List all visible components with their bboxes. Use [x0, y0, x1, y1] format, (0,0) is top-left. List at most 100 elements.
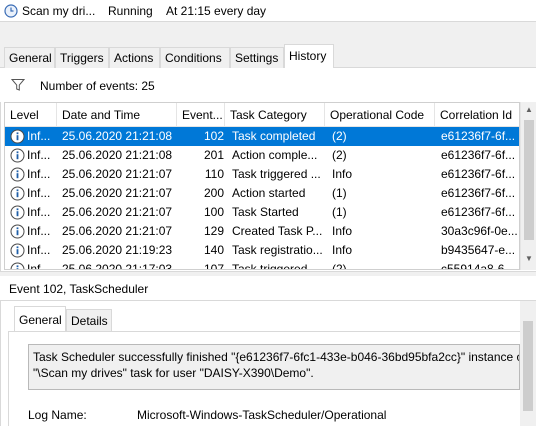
cell-event: 110 — [204, 167, 224, 181]
task-trigger: At 21:15 every day — [166, 4, 267, 18]
cell-opcode: Info — [332, 167, 353, 181]
info-icon — [10, 129, 25, 144]
cell-date: 25.06.2020 21:21:07 — [62, 224, 173, 238]
cell-level: Inf... — [27, 186, 51, 200]
tab-settings[interactable]: Settings — [230, 47, 284, 68]
scroll-down-icon[interactable]: ▼ — [525, 254, 533, 263]
cell-category: Action started — [232, 186, 306, 200]
cell-category: Action comple... — [232, 148, 318, 162]
info-icon — [10, 224, 25, 239]
task-list: Scan my dri... Running At 21:15 every da… — [0, 0, 536, 22]
filter-icon[interactable] — [11, 78, 25, 92]
cell-date: 25.06.2020 21:21:08 — [62, 148, 173, 162]
detail-scrollbar[interactable] — [520, 301, 536, 426]
table-row[interactable]: Inf... 25.06.2020 21:21:07 110 Task trigger… — [5, 165, 519, 184]
cell-opcode: (2) — [332, 262, 347, 270]
cell-event: 100 — [203, 205, 224, 219]
cell-opcode: (2) — [332, 148, 347, 162]
cell-corr: e61236f7-6f... — [441, 167, 516, 181]
cell-category: Task registratio... — [232, 243, 323, 257]
cell-level: Inf... — [27, 243, 51, 257]
log-name-label: Log Name: — [28, 408, 87, 422]
cell-level: Inf... — [27, 224, 51, 238]
cell-level: Inf... — [27, 129, 51, 143]
table-row[interactable]: Inf... 25.06.2020 21:21:07 100 Task Started… — [5, 203, 519, 222]
task-name: Scan my dri... — [22, 4, 96, 18]
cell-opcode: (2) — [332, 129, 347, 143]
table-row[interactable]: Inf... 25.06.2020 21:17:03 107 Task trigger… — [5, 260, 519, 270]
filter-bar: Number of events: 25 — [0, 68, 536, 102]
task-status: Running — [108, 4, 153, 18]
cell-event: 201 — [203, 148, 224, 162]
tab-history[interactable]: History — [284, 44, 334, 69]
table-scrollbar[interactable]: ▲ ▼ — [520, 102, 536, 270]
cell-event: 129 — [203, 224, 224, 238]
detail-tab-details[interactable]: Details — [66, 309, 112, 331]
info-icon — [10, 243, 25, 258]
cell-opcode: (1) — [332, 186, 347, 200]
cell-date: 25.06.2020 21:17:03 — [62, 262, 173, 270]
cell-date: 25.06.2020 21:21:08 — [62, 129, 173, 143]
col-date[interactable]: Date and Time — [57, 103, 177, 127]
info-icon — [10, 186, 25, 201]
event-count: Number of events: 25 — [40, 79, 155, 93]
col-opcode[interactable]: Operational Code — [325, 103, 435, 127]
col-correlation[interactable]: Correlation Id — [435, 103, 519, 127]
detail-tab-general[interactable]: General — [14, 306, 66, 332]
info-icon — [10, 167, 25, 182]
info-icon — [10, 262, 25, 269]
tab-triggers[interactable]: Triggers — [55, 47, 109, 68]
table-row[interactable]: Inf... 25.06.2020 21:21:08 201 Action compl… — [5, 146, 519, 165]
task-row[interactable]: Scan my dri... Running At 21:15 every da… — [0, 0, 536, 22]
cell-level: Inf... — [27, 262, 51, 270]
table-row[interactable]: Inf... 25.06.2020 21:21:08 102 Task complet… — [5, 127, 519, 146]
col-category[interactable]: Task Category — [225, 103, 325, 127]
events-table: Level Date and Time Event... Task Catego… — [4, 102, 520, 270]
cell-opcode: (1) — [332, 205, 347, 219]
col-event[interactable]: Event... — [177, 103, 225, 127]
cell-category: Created Task P... — [232, 224, 323, 238]
event-title: Event 102, TaskScheduler — [9, 282, 149, 296]
clock-icon — [4, 4, 18, 18]
cell-category: Task completed — [232, 129, 316, 143]
cell-date: 25.06.2020 21:19:23 — [62, 243, 173, 257]
cell-date: 25.06.2020 21:21:07 — [62, 205, 173, 219]
cell-corr: b9435647-e... — [441, 243, 516, 257]
cell-event: 107 — [203, 262, 224, 270]
cell-corr: e61236f7-6f... — [441, 129, 516, 143]
cell-corr: e61236f7-6f... — [441, 205, 516, 219]
cell-opcode: Info — [332, 224, 353, 238]
info-icon — [10, 205, 25, 220]
tab-general[interactable]: General — [4, 47, 55, 68]
cell-date: 25.06.2020 21:21:07 — [62, 186, 173, 200]
table-row[interactable]: Inf... 25.06.2020 21:21:07 129 Created Task… — [5, 222, 519, 241]
col-level[interactable]: Level — [5, 103, 57, 127]
event-description[interactable]: Task Scheduler successfully finished "{e… — [28, 344, 520, 390]
cell-category: Task triggered ... — [232, 262, 321, 270]
tab-strip: General Triggers Actions Conditions Sett… — [0, 44, 536, 69]
description-line: "\Scan my drives" task for user "DAISY-X… — [33, 366, 314, 380]
scrollbar-thumb[interactable] — [524, 120, 534, 240]
cell-date: 25.06.2020 21:21:07 — [62, 167, 173, 181]
table-header: Level Date and Time Event... Task Catego… — [5, 103, 519, 127]
cell-event: 102 — [203, 129, 224, 143]
cell-category: Task triggered ... — [232, 167, 321, 181]
tab-actions[interactable]: Actions — [109, 47, 160, 68]
description-line: Task Scheduler successfully finished "{e… — [33, 350, 520, 364]
cell-category: Task Started — [232, 205, 299, 219]
cell-level: Inf... — [27, 167, 51, 181]
scrollbar-thumb[interactable] — [523, 321, 533, 411]
cell-level: Inf... — [27, 148, 51, 162]
info-icon — [10, 148, 25, 163]
cell-corr: 30a3c96f-0e... — [441, 224, 518, 238]
tab-conditions[interactable]: Conditions — [160, 47, 230, 68]
table-row[interactable]: Inf... 25.06.2020 21:19:23 140 Task registr… — [5, 241, 519, 260]
cell-opcode: Info — [332, 243, 353, 257]
cell-corr: e61236f7-6f... — [441, 148, 516, 162]
cell-event: 200 — [203, 186, 224, 200]
cell-event: 140 — [203, 243, 224, 257]
scroll-up-icon[interactable]: ▲ — [525, 105, 533, 114]
log-name-value: Microsoft-Windows-TaskScheduler/Operatio… — [137, 408, 387, 422]
cell-corr: e61236f7-6f... — [441, 186, 516, 200]
table-row[interactable]: Inf... 25.06.2020 21:21:07 200 Action start… — [5, 184, 519, 203]
